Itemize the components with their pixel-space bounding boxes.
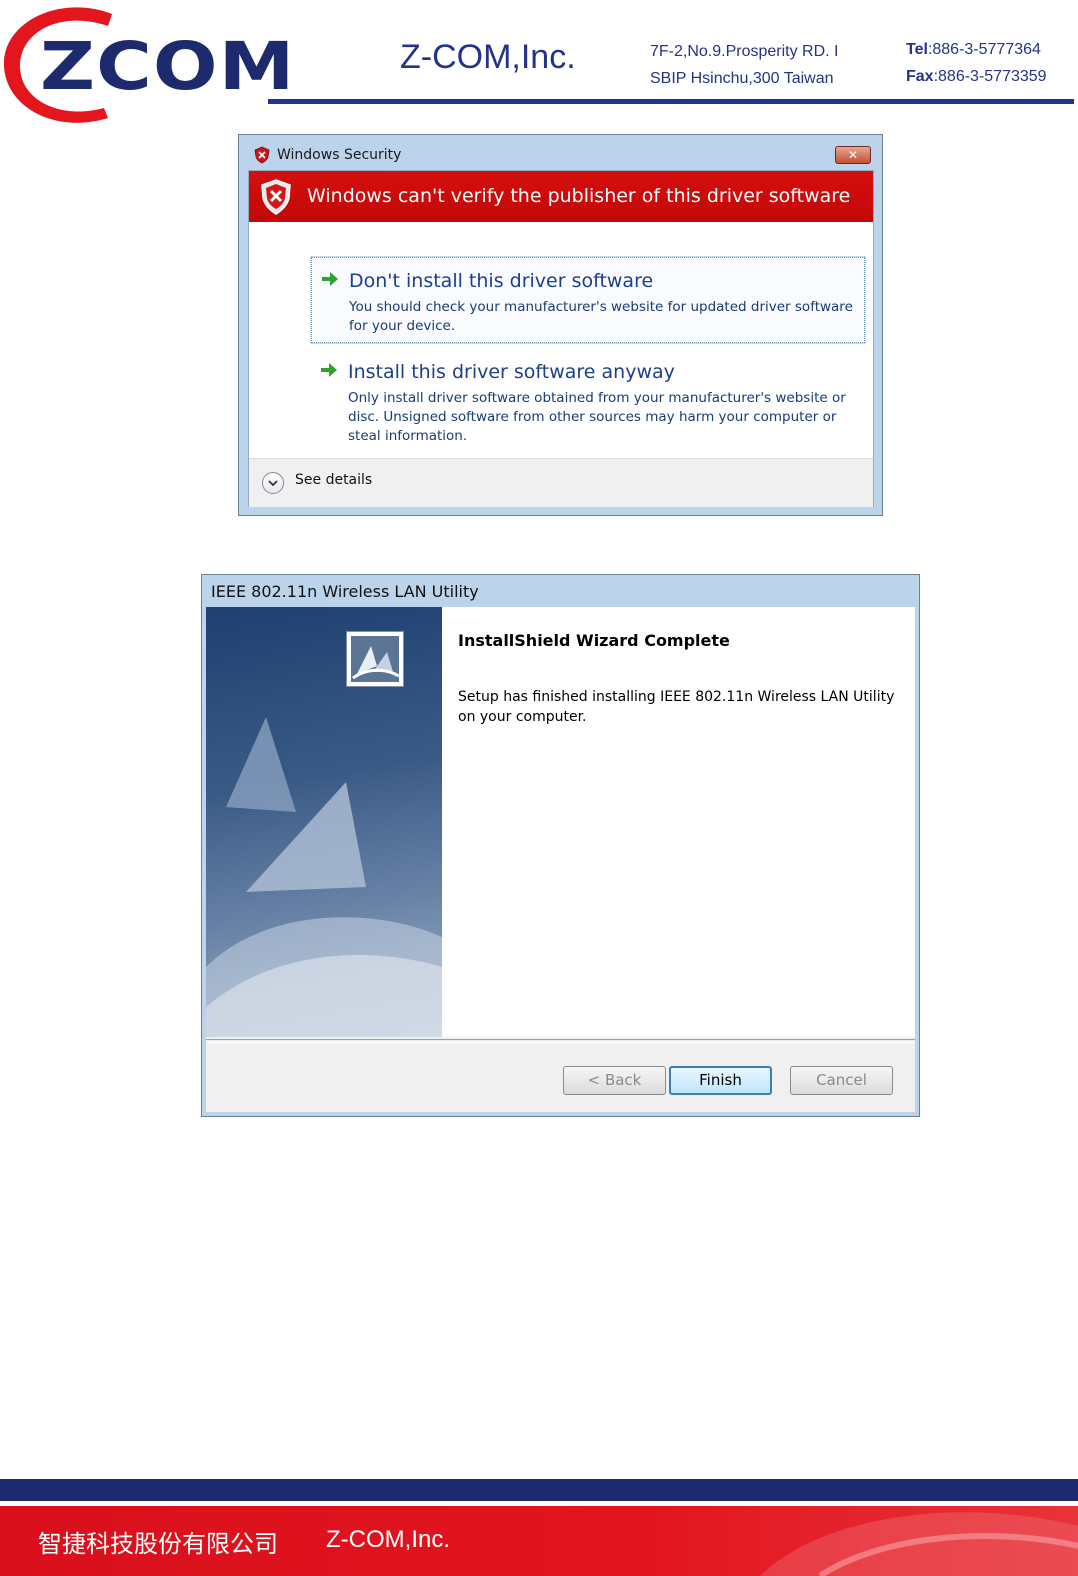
details-bar: See details <box>249 458 873 507</box>
install-anyway-description: Only install driver software obtained fr… <box>348 390 846 444</box>
green-arrow-icon <box>322 272 338 286</box>
finish-button[interactable]: Finish <box>669 1066 772 1095</box>
tel-line: Tel:886-3-5777364 <box>906 36 1047 63</box>
sail-graphic-icon <box>206 717 442 1037</box>
dont-install-description: You should check your manufacturer's web… <box>349 299 853 334</box>
wizard-window-title: IEEE 802.11n Wireless LAN Utility <box>211 582 479 601</box>
footer-chinese-name: 智捷科技股份有限公司 <box>38 1530 278 1558</box>
security-shield-icon <box>254 146 270 164</box>
dont-install-option[interactable]: Don't install this driver software You s… <box>310 256 866 344</box>
tel-label: Tel <box>906 41 928 58</box>
zcom-logo: ZCOM <box>0 0 294 130</box>
logo-text: ZCOM <box>40 28 296 105</box>
address-line-1: 7F-2,No.9.Prosperity RD. I <box>650 43 839 60</box>
dont-install-title: Don't install this driver software <box>349 270 654 292</box>
cancel-button[interactable]: Cancel <box>790 1066 893 1095</box>
windows-security-dialog: Windows Security ✕ Windows can't verify … <box>238 134 883 516</box>
installshield-wizard-dialog: IEEE 802.11n Wireless LAN Utility Instal… <box>201 574 920 1117</box>
back-button[interactable]: < Back <box>563 1066 666 1095</box>
company-name: Z-COM,Inc. <box>400 38 576 76</box>
footer-blue-bar <box>0 1479 1078 1501</box>
fax-value: :886-3-5773359 <box>933 68 1047 85</box>
green-arrow-icon <box>321 363 337 377</box>
address-line-2: SBIP Hsinchu,300 Taiwan <box>650 70 834 87</box>
warning-banner: Windows can't verify the publisher of th… <box>249 171 873 222</box>
close-button[interactable]: ✕ <box>835 146 871 164</box>
contact-info: Tel:886-3-5777364 Fax:886-3-5773359 <box>906 36 1047 90</box>
wizard-message: Setup has finished installing IEEE 802.1… <box>458 689 895 725</box>
warning-shield-icon <box>261 179 291 215</box>
see-details-link[interactable]: See details <box>295 472 372 488</box>
installshield-logo <box>346 631 404 687</box>
fax-line: Fax:886-3-5773359 <box>906 63 1047 90</box>
wizard-body: InstallShield Wizard Complete Setup has … <box>206 607 915 1112</box>
tel-value: :886-3-5777364 <box>927 41 1041 58</box>
company-address: 7F-2,No.9.Prosperity RD. I SBIP Hsinchu,… <box>650 38 839 92</box>
install-anyway-title: Install this driver software anyway <box>348 361 675 383</box>
wizard-side-graphic <box>206 607 442 1037</box>
footer-english-name: Z-COM,Inc. <box>326 1526 450 1553</box>
footer-red-bar: 智捷科技股份有限公司 Z-COM,Inc. <box>0 1506 1078 1576</box>
install-anyway-option[interactable]: Install this driver software anyway Only… <box>311 349 865 449</box>
header-divider <box>268 99 1074 104</box>
fax-label: Fax <box>906 68 934 85</box>
wizard-heading: InstallShield Wizard Complete <box>458 631 730 650</box>
chevron-down-icon[interactable] <box>262 472 284 494</box>
warning-message: Windows can't verify the publisher of th… <box>307 185 851 207</box>
dialog-body: Windows can't verify the publisher of th… <box>248 170 874 507</box>
dialog-title: Windows Security <box>277 147 402 163</box>
button-separator <box>206 1039 915 1043</box>
wizard-content: InstallShield Wizard Complete Setup has … <box>442 607 915 1037</box>
